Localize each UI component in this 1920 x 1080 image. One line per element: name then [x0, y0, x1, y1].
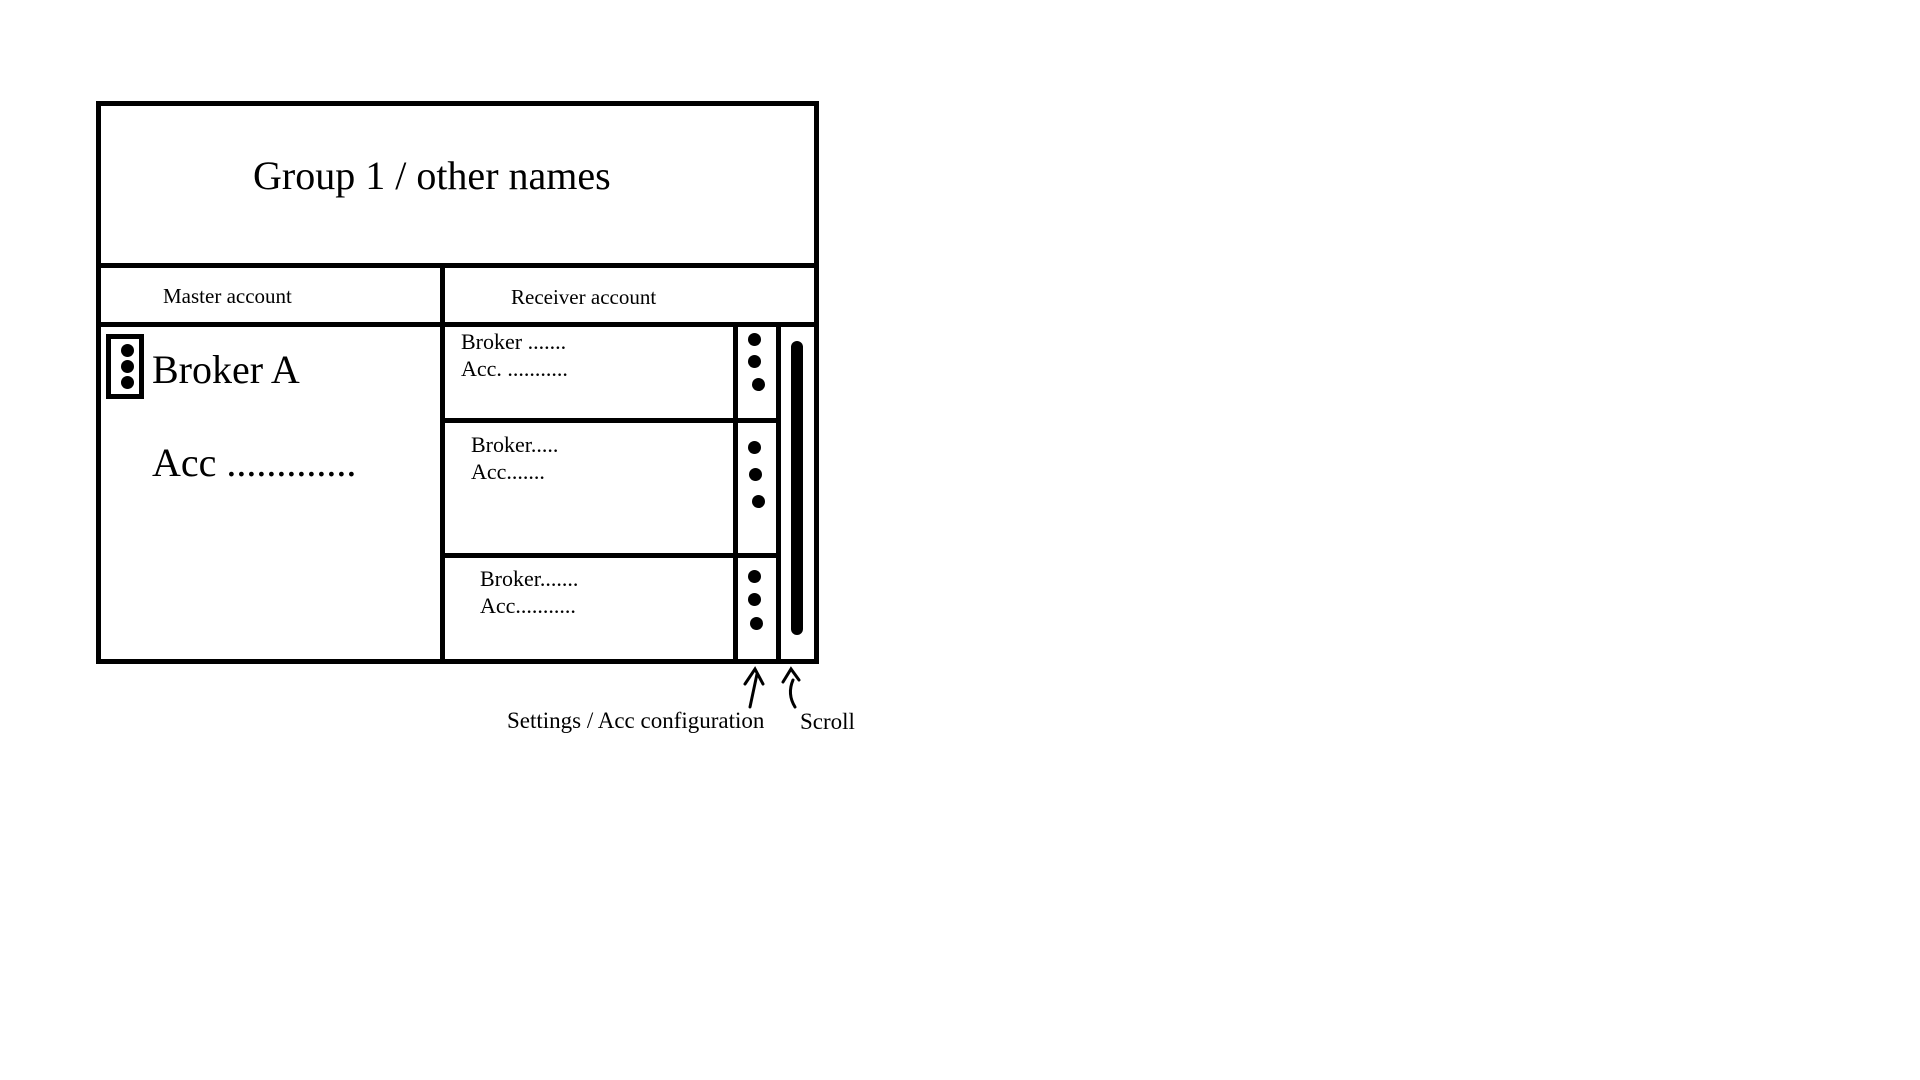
receiver-account: Acc. ...........	[461, 356, 568, 381]
receiver-broker: Broker.....	[471, 432, 559, 457]
kebab-dot-icon	[752, 378, 765, 391]
receiver-broker: Broker.......	[480, 566, 579, 591]
receiver-settings-button[interactable]	[738, 423, 776, 553]
kebab-dot-icon	[121, 376, 134, 389]
kebab-dot-icon	[748, 441, 761, 454]
kebab-dot-icon	[748, 570, 761, 583]
arrow-up-icon	[781, 666, 801, 709]
title-divider	[96, 263, 819, 268]
kebab-dot-icon	[750, 617, 763, 630]
header-divider	[96, 322, 819, 327]
frame-left	[96, 101, 101, 664]
column-header-receiver: Receiver account	[511, 285, 657, 309]
frame-top	[96, 101, 819, 106]
master-broker-name: Broker A	[152, 347, 300, 392]
scrollbar-track[interactable]	[781, 327, 814, 659]
annotation-arrows	[743, 666, 801, 709]
receiver-account: Acc...........	[480, 593, 576, 618]
frame-right	[814, 101, 819, 664]
receiver-row-divider	[440, 553, 781, 558]
annotation-settings: Settings / Acc configuration	[507, 708, 765, 733]
annotation-scroll: Scroll	[800, 709, 855, 734]
receiver-account: Acc.......	[471, 459, 545, 484]
receiver-broker: Broker .......	[461, 329, 567, 354]
group-title: Group 1 / other names	[253, 153, 611, 198]
receiver-row-divider	[440, 418, 781, 423]
kebab-dot-icon	[748, 333, 761, 346]
kebab-dot-icon	[121, 344, 134, 357]
kebab-dot-icon	[749, 468, 762, 481]
kebab-dot-icon	[748, 593, 761, 606]
master-account-number: Acc .............	[152, 440, 357, 485]
receiver-settings-button[interactable]	[738, 558, 776, 659]
frame-bottom	[96, 659, 819, 664]
arrow-up-icon	[743, 666, 765, 709]
kebab-dot-icon	[752, 495, 765, 508]
kebab-dot-icon	[121, 360, 134, 373]
kebab-dot-icon	[748, 355, 761, 368]
scrollbar-thumb[interactable]	[791, 341, 803, 635]
receiver-settings-button[interactable]	[738, 327, 776, 418]
master-settings-button[interactable]	[106, 334, 144, 399]
column-header-master: Master account	[163, 284, 292, 308]
